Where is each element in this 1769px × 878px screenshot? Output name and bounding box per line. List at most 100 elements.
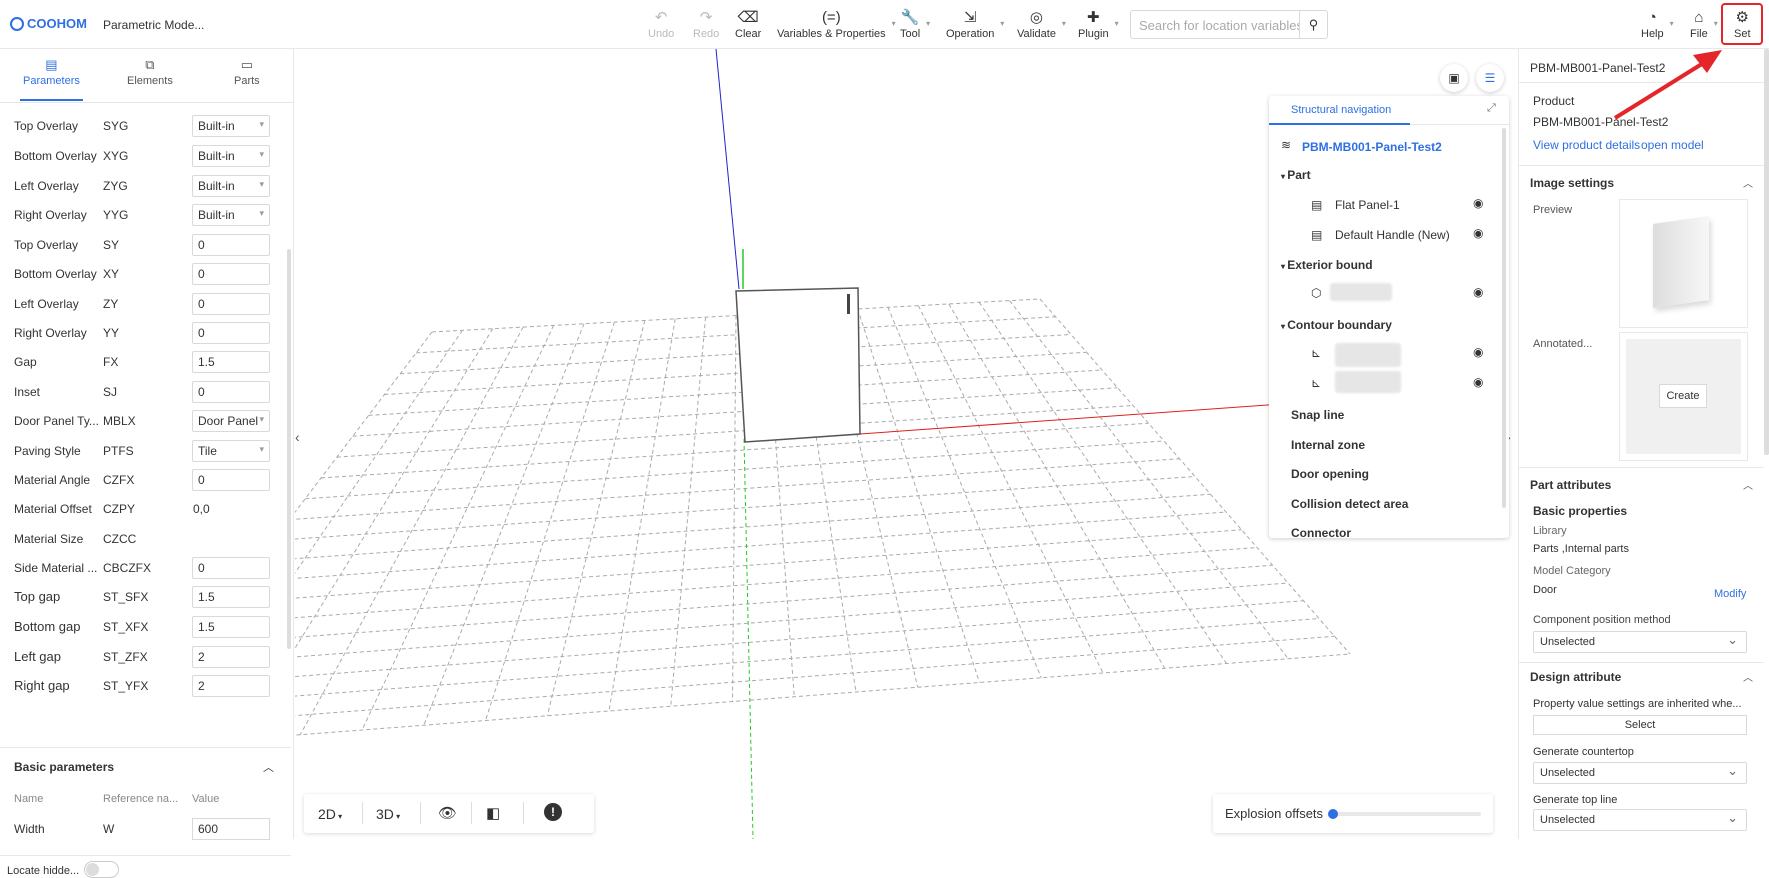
parameter-row: Gap FX 1.5	[14, 351, 274, 373]
preview-image[interactable]	[1619, 199, 1748, 328]
parameter-input[interactable]: 0	[192, 322, 270, 344]
operation-button[interactable]: ⇲ Operation ▾	[946, 8, 1004, 40]
parameter-input[interactable]: 2	[192, 646, 270, 668]
nav-snap-line[interactable]: Snap line	[1291, 408, 1344, 422]
locate-hidden-toggle[interactable]	[84, 861, 119, 878]
nav-door-opening[interactable]: Door opening	[1291, 467, 1369, 481]
parameter-input[interactable]: 1.5	[192, 616, 270, 638]
nav-root[interactable]: PBM-MB001-Panel-Test2	[1302, 140, 1442, 154]
nav-connector[interactable]: Connector	[1291, 526, 1351, 540]
countertop-select[interactable]: Unselected	[1533, 762, 1747, 784]
grid-line	[295, 328, 494, 650]
search-icon[interactable]: ⚲	[1299, 11, 1327, 38]
parameter-input[interactable]: 1.5	[192, 351, 270, 373]
annotated-image-box: Create	[1619, 332, 1748, 461]
parameter-name: Left gap	[14, 649, 61, 664]
parameter-name: Material Size	[14, 532, 84, 546]
panel-model[interactable]	[735, 287, 861, 443]
grid-line	[948, 303, 1166, 669]
nav-part[interactable]: ▾ Part	[1281, 168, 1311, 182]
undo-button[interactable]: ↶ Undo	[648, 8, 674, 40]
validate-button[interactable]: ◎ Validate ▾	[1017, 8, 1066, 40]
chevron-up-icon[interactable]: ︿	[263, 759, 274, 775]
parameter-input[interactable]: 0	[192, 469, 270, 491]
nav-scrollbar[interactable]	[1502, 128, 1506, 508]
nav-contour-boundary[interactable]: ▾ Contour boundary	[1281, 318, 1392, 332]
modify-link[interactable]: Modify	[1714, 588, 1746, 600]
parameter-select[interactable]: Built-in	[192, 175, 270, 197]
parameter-select[interactable]: Tile	[192, 440, 270, 462]
right-scrollbar[interactable]	[1764, 49, 1769, 455]
variables-properties-button[interactable]: (=) Variables & Properties ▾	[777, 8, 896, 40]
left-tabs: ▤ Parameters ⧉ Elements ▭ Parts	[0, 49, 293, 103]
parameter-select[interactable]: Built-in	[192, 145, 270, 167]
app-title: Parametric Mode...	[103, 18, 205, 32]
parameter-select[interactable]: Built-in	[192, 204, 270, 226]
search-input[interactable]: Search for location variables ⚲	[1130, 10, 1328, 39]
image-view-icon[interactable]: ▣	[1440, 64, 1468, 92]
panel-header: PBM-MB001-Panel-Test2	[1530, 61, 1666, 75]
validate-icon: ◎	[1029, 9, 1044, 26]
width-input[interactable]: 600	[192, 818, 270, 840]
chevron-up-icon[interactable]: ︿	[1743, 477, 1753, 492]
tab-parameters[interactable]: ▤ Parameters	[20, 57, 83, 101]
parameter-input[interactable]: 0	[192, 293, 270, 315]
collapse-left-icon[interactable]: ‹	[295, 429, 300, 445]
nav-default-handle[interactable]: Default Handle (New)	[1335, 228, 1450, 242]
parameter-code: FX	[103, 355, 119, 369]
cube-icon[interactable]: ◧	[486, 804, 500, 822]
top-line-select[interactable]: Unselected	[1533, 809, 1747, 831]
coohom-logo[interactable]: COOHOM	[10, 16, 87, 31]
blurred-item	[1335, 343, 1401, 367]
file-icon: ⌂	[1694, 9, 1704, 26]
grid-line	[978, 302, 1227, 664]
eye-icon[interactable]: ◉	[1473, 285, 1483, 299]
eye-icon[interactable]: ◉	[1473, 375, 1483, 389]
parameter-input[interactable]: 0	[192, 234, 270, 256]
parameter-input[interactable]: 0	[192, 557, 270, 579]
parameter-code: CZCC	[103, 532, 137, 546]
grid-line	[295, 529, 1242, 599]
eye-icon[interactable]: ◉	[1473, 226, 1483, 240]
redo-button[interactable]: ↷ Redo	[693, 8, 719, 40]
select-button[interactable]: Select	[1533, 715, 1747, 735]
tool-button[interactable]: 🔧 Tool ▾	[900, 8, 930, 40]
parameter-select[interactable]: Built-in	[192, 115, 270, 137]
parameter-input[interactable]: 0	[192, 381, 270, 403]
nav-collision-detect-area[interactable]: Collision detect area	[1291, 497, 1408, 511]
tab-elements[interactable]: ⧉ Elements	[127, 57, 173, 87]
chevron-up-icon[interactable]: ︿	[1743, 175, 1753, 190]
nav-internal-zone[interactable]: Internal zone	[1291, 438, 1365, 452]
warning-icon[interactable]: !	[544, 803, 562, 821]
parameter-select[interactable]: Door Panel	[192, 410, 270, 432]
parameter-input[interactable]: 0	[192, 263, 270, 285]
component-position-select[interactable]: Unselected	[1533, 631, 1747, 653]
explosion-slider[interactable]	[1333, 812, 1481, 816]
eye-icon[interactable]: ◉	[1473, 196, 1483, 210]
grid-line	[295, 331, 433, 514]
parameter-input[interactable]: 1.5	[192, 586, 270, 608]
2d-dropdown[interactable]: 2D ▾	[318, 806, 342, 822]
nav-flat-panel[interactable]: Flat Panel-1	[1335, 198, 1400, 212]
tree-view-icon[interactable]: ☰	[1476, 64, 1504, 92]
chevron-up-icon[interactable]: ︿	[1743, 669, 1753, 684]
nav-exterior-bound[interactable]: ▾ Exterior bound	[1281, 258, 1373, 272]
expand-icon[interactable]: ⤢	[1487, 102, 1496, 115]
create-button[interactable]: Create	[1659, 384, 1707, 408]
tab-parts[interactable]: ▭ Parts	[234, 57, 260, 87]
plugin-button[interactable]: ✚ Plugin ▾	[1078, 8, 1119, 40]
eye-icon[interactable]: ◉	[1473, 345, 1483, 359]
eye-icon[interactable]: 👁	[438, 804, 457, 822]
explosion-slider-handle[interactable]	[1328, 809, 1338, 819]
clear-button[interactable]: ⌫ Clear	[735, 8, 761, 40]
help-button[interactable]: ◔ Help ▾	[1641, 8, 1674, 40]
left-scrollbar[interactable]	[287, 249, 291, 649]
3d-dropdown[interactable]: 3D ▾	[376, 806, 400, 822]
y-axis-dashed	[743, 438, 754, 839]
file-button[interactable]: ⌂ File ▾	[1690, 8, 1718, 40]
view-product-details-link[interactable]: View product details	[1533, 138, 1640, 152]
open-model-link[interactable]: open model	[1641, 138, 1704, 152]
parameter-input[interactable]: 2	[192, 675, 270, 697]
puzzle-icon: ✚	[1087, 9, 1100, 26]
tab-structural-navigation[interactable]: Structural navigation	[1291, 104, 1391, 116]
